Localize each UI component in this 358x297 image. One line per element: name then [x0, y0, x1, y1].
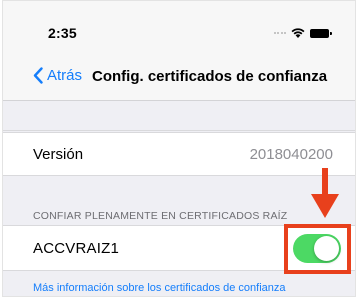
certificate-name: ACCVRAIZ1	[33, 239, 119, 257]
settings-screen: 2:35 Atrás Config. certificados de confi…	[2, 0, 356, 297]
certificate-trust-toggle[interactable]	[293, 234, 341, 263]
navigation-bar: Atrás Config. certificados de confianza	[3, 53, 355, 101]
battery-icon	[310, 28, 332, 38]
version-value: 2018040200	[249, 145, 333, 163]
status-icons	[273, 28, 332, 38]
section-spacer	[3, 101, 355, 131]
annotation-arrow-icon	[311, 168, 339, 218]
wifi-icon	[291, 28, 305, 38]
cellular-signal-icon	[273, 32, 286, 34]
status-bar: 2:35	[3, 1, 355, 53]
more-info-link[interactable]: Más información sobre los certificados d…	[33, 282, 286, 294]
version-row: Versión 2018040200	[3, 132, 355, 176]
page-title: Config. certificados de confianza	[92, 68, 328, 85]
toggle-knob	[314, 236, 339, 261]
back-button[interactable]: Atrás	[33, 67, 82, 84]
back-chevron-icon	[33, 67, 43, 84]
back-label: Atrás	[47, 67, 83, 84]
status-time: 2:35	[48, 25, 77, 41]
trust-section-header: CONFIAR PLENAMENTE EN CERTIFICADOS RAÍZ	[33, 210, 288, 222]
version-label: Versión	[33, 145, 84, 163]
